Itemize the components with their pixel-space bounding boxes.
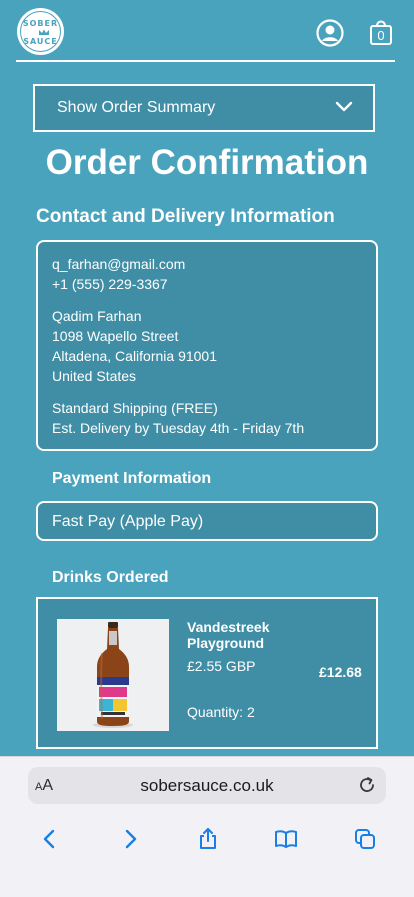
page-title: Order Confirmation	[45, 143, 369, 182]
site-header: SOBER SAUCE 0	[0, 0, 414, 62]
contact-delivery-card: q_farhan@gmail.com +1 (555) 229-3367 Qad…	[36, 240, 378, 451]
shipping-method: Standard Shipping (FREE)	[52, 400, 218, 416]
order-item: Vandestreek Playground £2.55 GBP Quantit…	[36, 597, 378, 749]
product-quantity: Quantity: 2	[187, 704, 255, 720]
header-divider	[16, 60, 395, 62]
sober-sauce-logo[interactable]: SOBER SAUCE	[17, 8, 64, 55]
product-image[interactable]	[57, 619, 169, 731]
logo-top-text: SOBER	[22, 19, 59, 28]
order-summary-label: Show Order Summary	[57, 99, 216, 116]
browser-toolbar: AA sobersauce.co.uk	[0, 756, 414, 897]
contact-email: q_farhan@gmail.com	[52, 256, 186, 272]
quantity-label: Quantity:	[187, 704, 244, 720]
quantity-value: 2	[247, 704, 255, 720]
crown-icon	[39, 29, 49, 35]
show-order-summary-button[interactable]: Show Order Summary	[33, 84, 375, 132]
tabs-icon[interactable]	[353, 827, 377, 851]
delivery-estimate: Est. Delivery by Tuesday 4th - Friday 7t…	[52, 420, 305, 436]
url-text: sobersauce.co.uk	[140, 776, 274, 795]
cart-count: 0	[377, 28, 385, 43]
product-name[interactable]: Vandestreek Playground	[187, 619, 297, 651]
contact-delivery-heading: Contact and Delivery Information	[36, 206, 335, 227]
forward-icon[interactable]	[118, 827, 142, 851]
beer-bottle-image	[57, 619, 169, 731]
chevron-down-icon	[335, 101, 353, 112]
share-icon[interactable]	[196, 827, 220, 851]
bookmarks-icon[interactable]	[274, 827, 298, 851]
payment-method: Fast Pay (Apple Pay)	[52, 513, 204, 530]
logo-bottom-text: SAUCE	[23, 37, 58, 46]
cart-button[interactable]: 0	[368, 18, 394, 46]
payment-heading: Payment Information	[52, 470, 212, 487]
address-street: 1098 Wapello Street	[52, 328, 179, 344]
product-total: £12.68	[319, 664, 362, 680]
payment-method-box: Fast Pay (Apple Pay)	[36, 501, 378, 541]
address-country: United States	[52, 368, 137, 384]
logo-ring: SOBER SAUCE	[20, 11, 61, 52]
product-price: £2.55 GBP	[187, 658, 256, 674]
address-city: Altadena, California 91001	[52, 348, 218, 364]
contact-phone: +1 (555) 229-3367	[52, 276, 168, 292]
drinks-ordered-heading: Drinks Ordered	[52, 569, 169, 586]
back-icon[interactable]	[38, 827, 62, 851]
address-bar[interactable]: AA sobersauce.co.uk	[28, 767, 386, 804]
account-icon[interactable]	[316, 19, 344, 47]
reload-icon[interactable]	[358, 776, 376, 794]
contact-name: Qadim Farhan	[52, 308, 142, 324]
